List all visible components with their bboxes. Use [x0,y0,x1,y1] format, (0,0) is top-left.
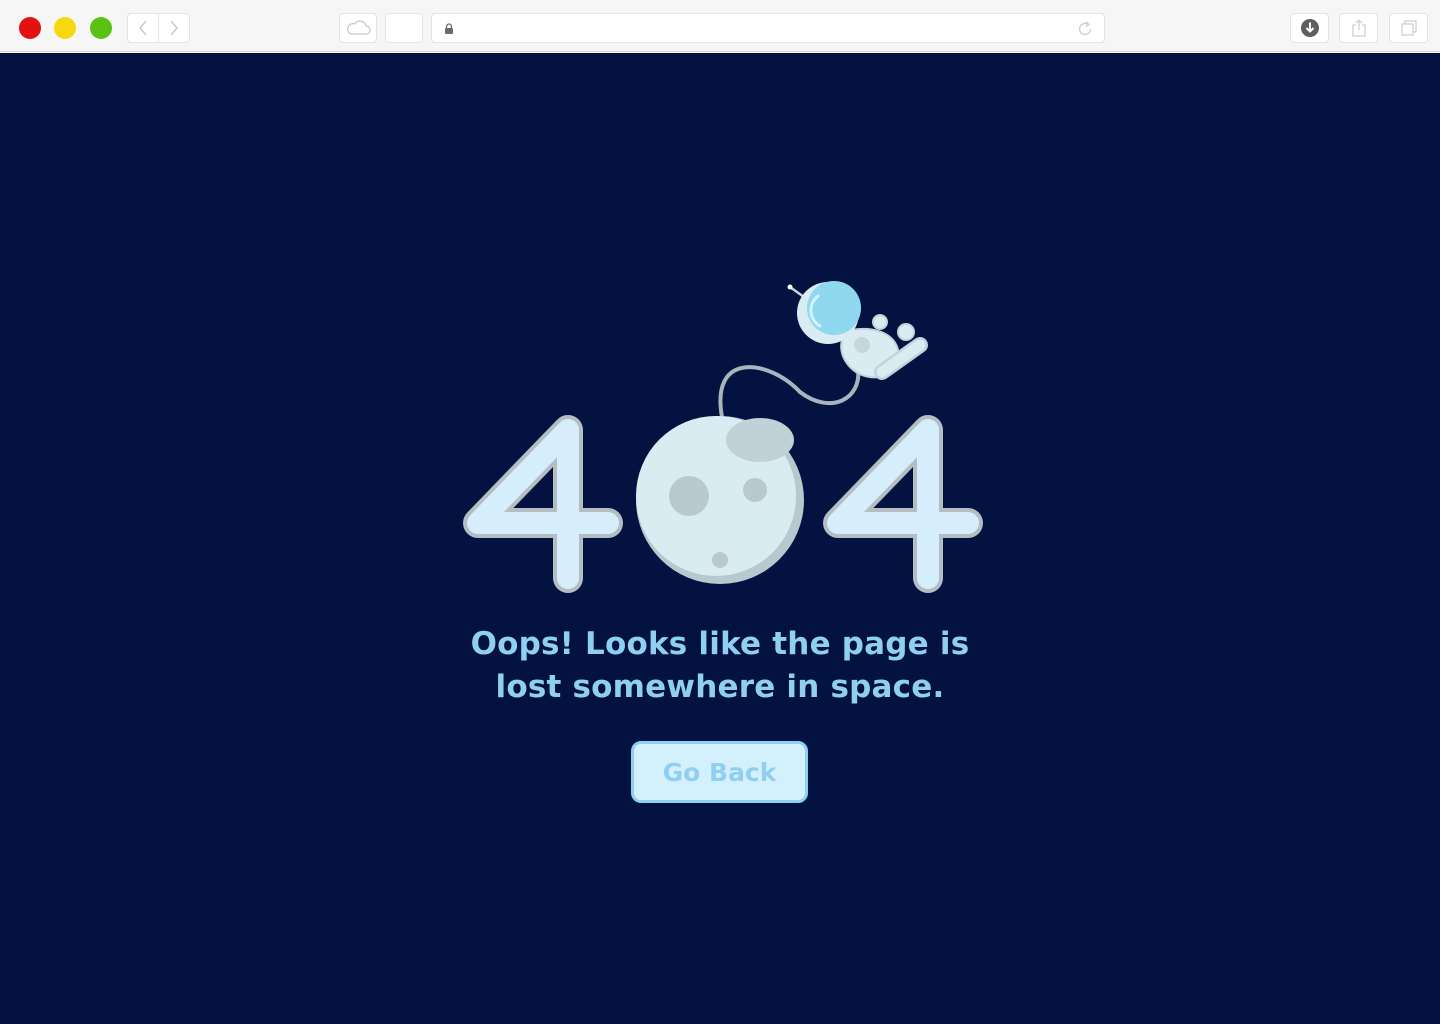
close-window-button[interactable] [19,17,41,39]
go-back-button[interactable]: Go Back [631,741,808,803]
error-message: Oops! Looks like the page is lost somewh… [420,623,1020,709]
moon-icon [636,416,804,584]
cloud-icon [347,20,371,35]
share-button[interactable] [1339,13,1378,43]
show-tabs-button[interactable] [1389,13,1428,43]
share-icon [1351,19,1366,37]
toolbar-blank-button[interactable] [385,13,423,43]
browser-toolbar [0,0,1440,52]
error-message-line: Oops! Looks like the page is [470,626,970,662]
digit-four-left [463,415,623,593]
chevron-right-icon [170,20,178,36]
download-icon [1300,19,1319,37]
page-viewport: Oops! Looks like the page is lost somewh… [0,53,1440,1024]
lock-icon [445,23,453,34]
forward-button[interactable] [158,13,190,43]
digit-four-right [823,415,983,593]
error-404-illustration [463,281,983,593]
maximize-window-button[interactable] [90,17,112,39]
icloud-tabs-button[interactable] [339,13,377,43]
address-bar[interactable] [431,13,1105,43]
minimize-window-button[interactable] [54,17,76,39]
reload-icon[interactable] [1076,20,1094,38]
tabs-icon [1400,20,1417,36]
astronaut-icon [787,281,928,380]
chevron-left-icon [139,20,147,36]
back-button[interactable] [127,13,159,43]
error-message-line: lost somewhere in space. [495,669,945,705]
downloads-button[interactable] [1290,13,1329,43]
